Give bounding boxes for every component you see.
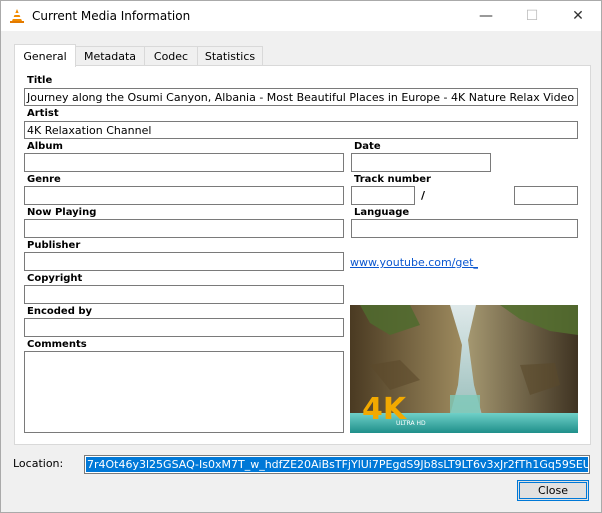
publisher-field[interactable] <box>24 252 344 271</box>
now-playing-field[interactable] <box>24 219 344 238</box>
tab-metadata[interactable]: Metadata <box>75 46 145 66</box>
encoded-by-label: Encoded by <box>27 306 93 317</box>
track-number-label: Track number <box>354 174 431 185</box>
track-total-field[interactable] <box>514 186 578 205</box>
track-number-field[interactable] <box>351 186 415 205</box>
language-label: Language <box>354 207 410 218</box>
window-title: Current Media Information <box>32 9 191 23</box>
artist-field[interactable]: 4K Relaxation Channel <box>24 121 578 139</box>
artwork-thumbnail: 4K ULTRA HD <box>350 305 578 433</box>
publisher-label: Publisher <box>27 240 81 251</box>
ultra-hd-text: ULTRA HD <box>396 420 426 427</box>
title-field[interactable]: Journey along the Osumi Canyon, Albania … <box>24 88 578 106</box>
date-field[interactable] <box>351 153 491 172</box>
album-label: Album <box>27 141 63 152</box>
location-selected-text: 7r4Ot46y3l25GSAQ-Is0xM7T_w_hdfZE20AiBsTF… <box>86 457 588 472</box>
album-field[interactable] <box>24 153 344 172</box>
close-button[interactable]: Close <box>517 480 589 501</box>
comments-field[interactable] <box>24 351 344 433</box>
tab-statistics[interactable]: Statistics <box>197 46 263 66</box>
artist-label: Artist <box>27 108 59 119</box>
tab-general[interactable]: General <box>14 44 76 67</box>
title-bar[interactable]: Current Media Information — ☐ ✕ <box>1 1 601 31</box>
copyright-field[interactable] <box>24 285 344 304</box>
encoded-by-field[interactable] <box>24 318 344 337</box>
genre-field[interactable] <box>24 186 344 205</box>
close-window-button[interactable]: ✕ <box>555 1 601 31</box>
comments-label: Comments <box>27 339 87 350</box>
canyon-image: 4K ULTRA HD <box>350 305 578 433</box>
maximize-button[interactable]: ☐ <box>509 1 555 31</box>
vlc-cone-icon <box>10 9 24 23</box>
location-label: Location: <box>13 457 64 470</box>
track-separator: / <box>421 189 426 202</box>
language-field[interactable] <box>351 219 578 238</box>
media-info-window: Current Media Information — ☐ ✕ General … <box>0 0 602 513</box>
genre-label: Genre <box>27 174 61 185</box>
copyright-label: Copyright <box>27 273 83 284</box>
date-label: Date <box>354 141 381 152</box>
tab-codec[interactable]: Codec <box>144 46 198 66</box>
location-field[interactable]: 7r4Ot46y3l25GSAQ-Is0xM7T_w_hdfZE20AiBsTF… <box>84 455 590 474</box>
now-playing-label: Now Playing <box>27 207 97 218</box>
url-link[interactable]: www.youtube.com/get_vic <box>350 256 478 269</box>
title-label: Title <box>27 75 53 86</box>
minimize-button[interactable]: — <box>463 1 509 31</box>
